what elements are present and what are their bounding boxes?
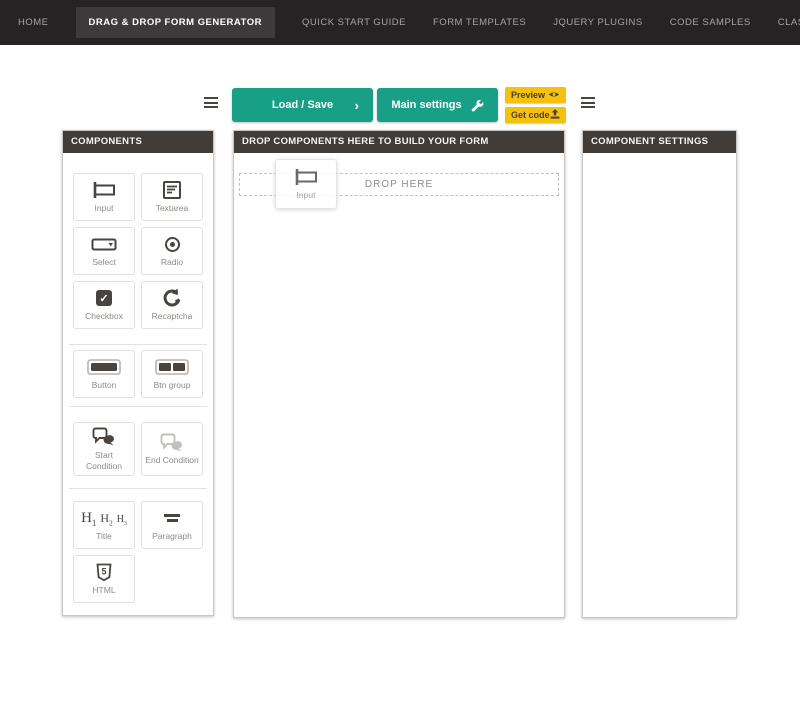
- select-icon: [91, 234, 117, 254]
- main-settings-button[interactable]: Main settings: [377, 88, 498, 122]
- paragraph-icon: [164, 508, 180, 528]
- components-group-text: H1 H2 H3 Title Paragraph 5: [63, 501, 213, 603]
- component-input[interactable]: Input: [73, 173, 135, 221]
- textarea-icon: [162, 180, 182, 200]
- input-icon: [91, 180, 117, 200]
- get-code-label: Get code: [511, 110, 550, 120]
- components-panel-title: COMPONENTS: [63, 131, 213, 153]
- recaptcha-icon: [162, 288, 182, 308]
- button-icon: [87, 357, 121, 377]
- components-group-basic: Input Textarea: [63, 173, 213, 329]
- dragged-input-component[interactable]: Input: [275, 159, 337, 209]
- component-button[interactable]: Button: [73, 350, 135, 398]
- group-divider: [69, 488, 207, 489]
- upload-icon: [550, 109, 560, 121]
- load-save-button[interactable]: Load / Save ›: [232, 88, 373, 122]
- wrench-icon: [471, 95, 484, 115]
- input-icon: [293, 167, 319, 187]
- main-settings-label: Main settings: [391, 99, 461, 111]
- group-divider: [69, 406, 207, 407]
- component-start-condition[interactable]: Start Condition: [73, 422, 135, 476]
- component-select[interactable]: Select: [73, 227, 135, 275]
- nav-item-code-samples[interactable]: CODE SAMPLES: [670, 17, 751, 28]
- component-radio[interactable]: Radio: [141, 227, 203, 275]
- preview-button[interactable]: Preview: [505, 87, 566, 103]
- radio-icon: [165, 234, 180, 254]
- component-end-condition[interactable]: End Condition: [141, 422, 203, 476]
- eye-icon: [548, 90, 560, 101]
- settings-panel-title: COMPONENT SETTINGS: [583, 131, 736, 153]
- component-checkbox[interactable]: ✓ Checkbox: [73, 281, 135, 329]
- title-icon: H1 H2 H3: [81, 508, 127, 528]
- hamburger-icon: [581, 97, 595, 99]
- component-recaptcha[interactable]: Recaptcha: [141, 281, 203, 329]
- nav-item-class-doc[interactable]: CLASS DOC.: [778, 17, 800, 28]
- component-settings-panel: COMPONENT SETTINGS: [582, 130, 737, 618]
- preview-getcode-group: Preview Get code: [505, 87, 566, 123]
- drop-zone-label: DROP HERE: [365, 179, 433, 190]
- menu-toggle-left[interactable]: [204, 97, 218, 111]
- get-code-button[interactable]: Get code: [505, 107, 566, 123]
- form-canvas-panel: DROP COMPONENTS HERE TO BUILD YOUR FORM …: [233, 130, 565, 618]
- component-btn-group[interactable]: Btn group: [141, 350, 203, 398]
- components-group-conditions: Start Condition End Condition: [63, 422, 213, 476]
- components-group-buttons: Button Btn group: [63, 350, 213, 398]
- btn-group-icon: [155, 357, 189, 377]
- components-panel: COMPONENTS Input: [62, 130, 214, 616]
- canvas-body: DROP HERE Input: [234, 153, 564, 617]
- chevron-right-icon: ›: [355, 99, 359, 112]
- nav-item-quick-start[interactable]: QUICK START GUIDE: [302, 17, 406, 28]
- canvas-panel-title: DROP COMPONENTS HERE TO BUILD YOUR FORM: [234, 131, 564, 153]
- nav-item-form-templates[interactable]: FORM TEMPLATES: [433, 17, 526, 28]
- html5-icon: 5: [96, 562, 112, 582]
- start-condition-icon: [92, 427, 116, 447]
- load-save-label: Load / Save: [272, 99, 333, 111]
- nav-item-home[interactable]: HOME: [18, 17, 49, 28]
- component-textarea[interactable]: Textarea: [141, 173, 203, 221]
- svg-text:5: 5: [101, 566, 106, 576]
- nav-item-jquery-plugins[interactable]: JQUERY PLUGINS: [553, 17, 643, 28]
- form-generator-page: HOME DRAG & DROP FORM GENERATOR QUICK ST…: [0, 0, 800, 727]
- top-navigation: HOME DRAG & DROP FORM GENERATOR QUICK ST…: [0, 0, 800, 45]
- group-divider: [69, 344, 207, 345]
- end-condition-icon: [160, 432, 184, 452]
- preview-label: Preview: [511, 90, 545, 100]
- menu-toggle-right[interactable]: [581, 97, 595, 111]
- checkbox-icon: ✓: [96, 288, 112, 308]
- hamburger-icon: [204, 97, 218, 99]
- component-html[interactable]: 5 HTML: [73, 555, 135, 603]
- nav-item-form-generator[interactable]: DRAG & DROP FORM GENERATOR: [76, 7, 275, 38]
- component-paragraph[interactable]: Paragraph: [141, 501, 203, 549]
- component-title[interactable]: H1 H2 H3 Title: [73, 501, 135, 549]
